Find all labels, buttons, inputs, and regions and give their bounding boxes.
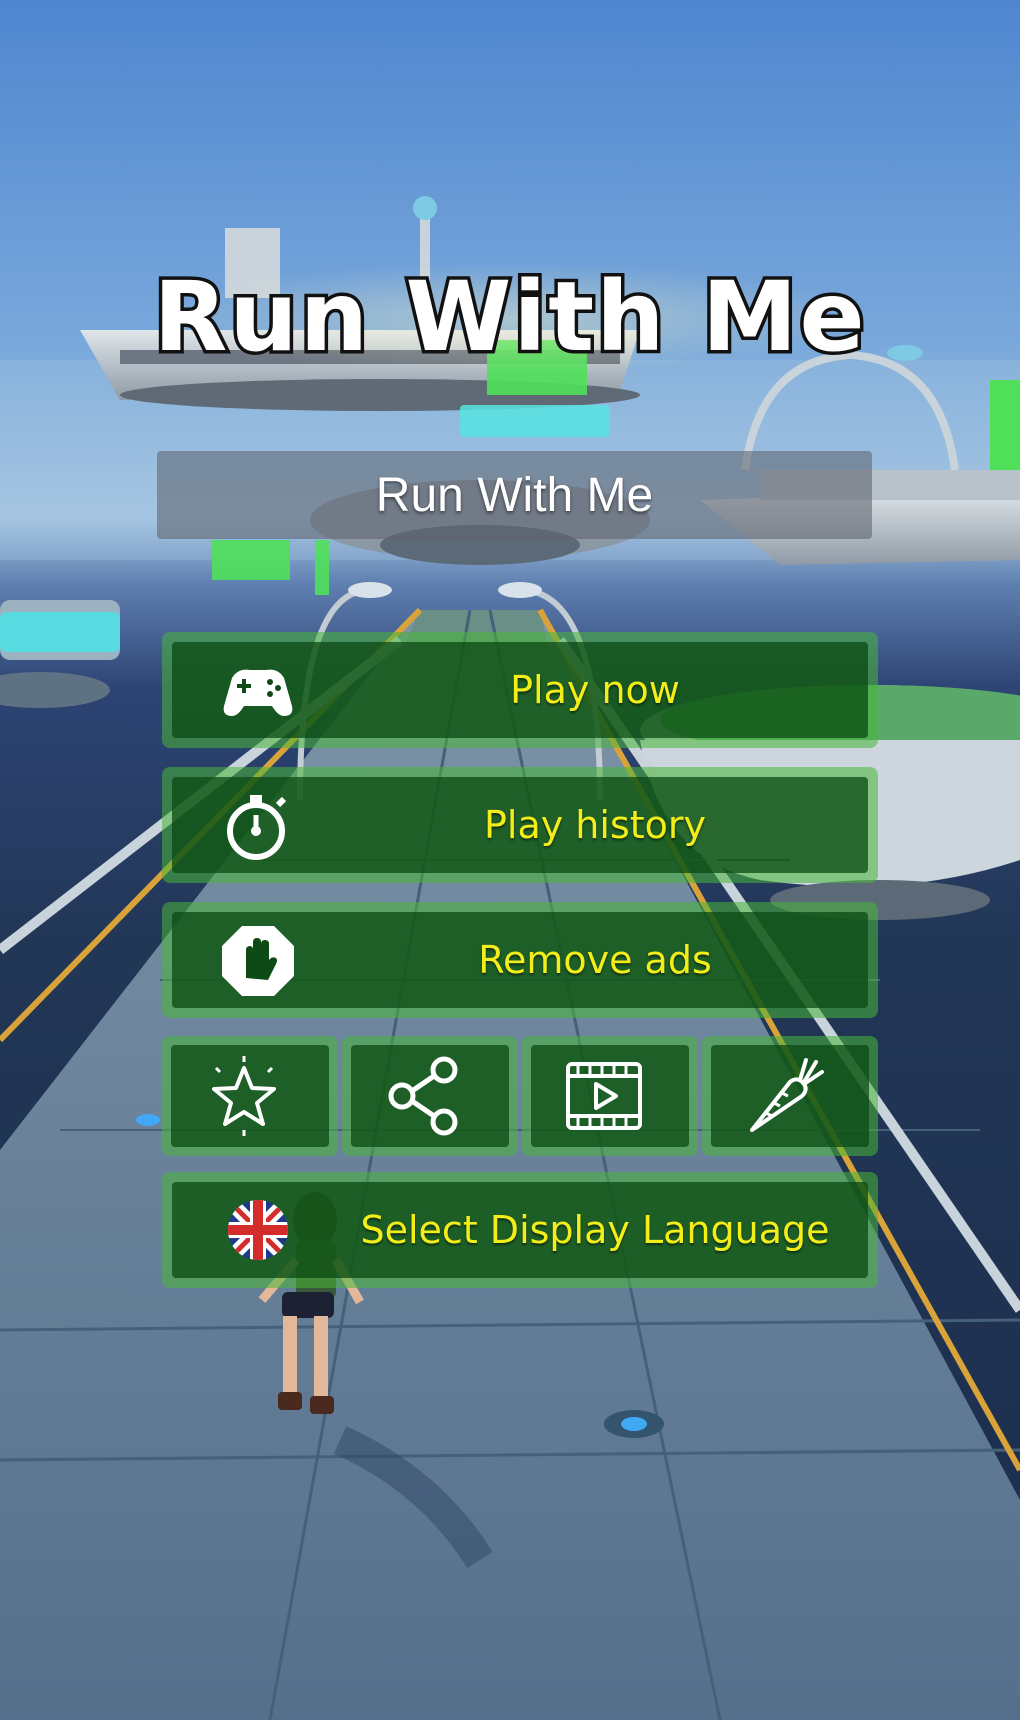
gamepad-icon (223, 669, 293, 716)
title-banner: Run With Me (157, 451, 872, 539)
play-now-label: Play now (510, 668, 680, 712)
rate-button[interactable] (162, 1036, 338, 1156)
star-icon (212, 1056, 276, 1136)
share-icon (388, 1056, 458, 1136)
select-language-button[interactable]: Select Display Language (162, 1172, 878, 1288)
play-history-button[interactable]: Play history (162, 767, 878, 883)
remove-ads-button[interactable]: Remove ads (162, 902, 878, 1018)
uk-flag-icon (228, 1200, 288, 1260)
play-now-button[interactable]: Play now (162, 632, 878, 748)
green-screen-decor (212, 540, 290, 580)
floating-platform-left (0, 600, 120, 708)
remove-ads-label: Remove ads (478, 938, 712, 982)
game-screen: Run With Me Run With Me Play now Play hi… (0, 0, 1020, 1720)
select-language-label: Select Display Language (360, 1208, 830, 1252)
share-button[interactable] (342, 1036, 518, 1156)
watch-video-button[interactable] (522, 1036, 698, 1156)
video-icon (566, 1062, 642, 1130)
stopwatch-icon (227, 795, 287, 860)
carrot-button[interactable] (702, 1036, 878, 1156)
carrot-icon (750, 1058, 824, 1132)
game-logo: Run With Me (150, 258, 870, 377)
stop-hand-icon (222, 926, 294, 996)
svg-text:Run With Me: Run With Me (153, 261, 866, 373)
play-history-label: Play history (483, 803, 707, 847)
title-banner-text: Run With Me (375, 468, 654, 522)
